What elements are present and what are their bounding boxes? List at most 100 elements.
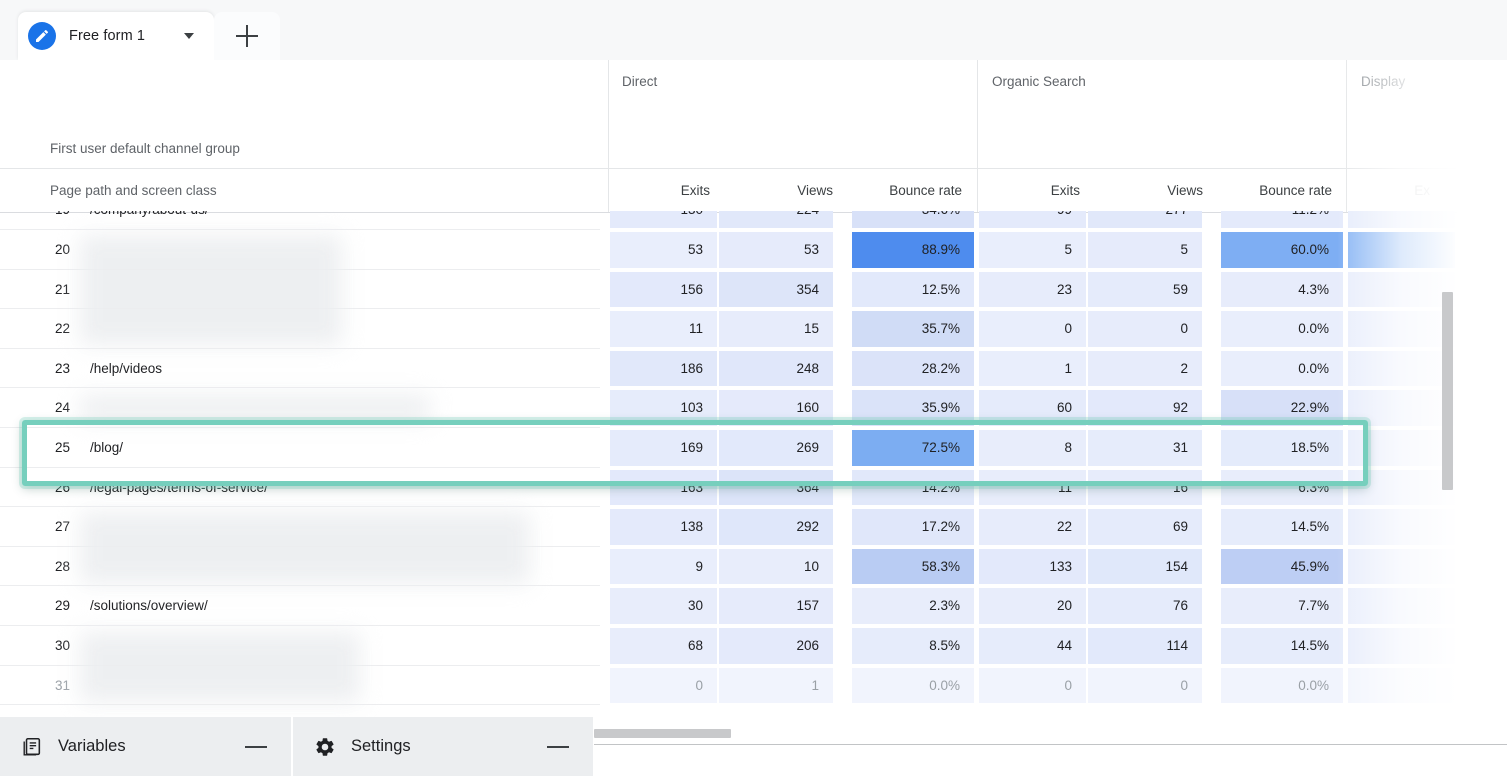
table-body[interactable]: 19 /company/about-us/ 130 224 34.6% 99 2… [0,211,1507,717]
cell-direct-exits: 138 [610,509,717,545]
cell-direct-views: 269 [719,430,833,466]
row-index: 30 [54,638,70,653]
variables-label: Variables [58,737,126,755]
cell-organic-bounce: 0.0% [1221,350,1343,387]
group-header-direct[interactable]: Direct [622,74,657,89]
cell-organic-bounce: 14.5% [1221,628,1343,664]
cell-organic-bounce: 11.2% [1221,211,1343,228]
cell-organic-exits: 20 [979,588,1086,624]
gear-icon [314,736,336,758]
table-row[interactable]: 23 /help/videos 186 248 28.2% 1 2 0.0% [0,349,1507,389]
cell-organic-views: 277 [1088,211,1202,228]
table-row[interactable]: 29 /solutions/overview/ 30 157 2.3% 20 7… [0,586,1507,626]
cell-organic-views: 59 [1088,271,1202,308]
cell-direct-views: 53 [719,232,833,268]
cell-display-exits [1348,350,1455,387]
add-tab-button[interactable] [214,12,280,60]
column-group-header-row: Direct Organic Search Display First user… [0,60,1507,168]
pencil-circle-icon [28,22,56,50]
cell-direct-exits: 169 [610,430,717,466]
cell-organic-bounce: 4.3% [1221,271,1343,308]
row-index: 24 [54,400,70,416]
cell-organic-exits: 8 [979,430,1086,466]
row-index: 25 [54,440,70,455]
cell-display-exits [1348,311,1455,347]
row-dimension-label[interactable]: Page path and screen class [50,169,217,212]
group-header-organic-search[interactable]: Organic Search [992,74,1086,89]
cell-direct-bounce: 12.5% [852,271,974,308]
metric-header-direct-views[interactable]: Views [735,169,833,212]
cell-direct-bounce: 8.5% [852,628,974,664]
cell-direct-bounce: 58.3% [852,548,974,585]
row-index: 20 [54,242,70,257]
cell-organic-bounce: 18.5% [1221,430,1343,466]
row-path[interactable]: /company/about-us/ [90,211,209,230]
cell-direct-views: 292 [719,509,833,545]
cell-organic-exits: 11 [979,469,1086,506]
cell-direct-exits: 186 [610,350,717,387]
variables-icon [21,736,43,758]
cell-direct-bounce: 72.5% [852,430,974,466]
horizontal-scrollbar-track[interactable] [594,744,1507,745]
metric-header-direct-bounce-rate[interactable]: Bounce rate [835,169,962,212]
row-index: 27 [54,519,70,535]
minimize-icon[interactable] [245,745,267,748]
chevron-down-icon[interactable] [184,33,194,39]
cell-direct-bounce: 34.6% [852,211,974,228]
row-path[interactable]: /solutions/overview/ [90,586,208,626]
row-divider [0,704,600,706]
settings-label: Settings [351,737,411,755]
row-index: 21 [54,281,70,297]
cell-direct-exits: 9 [610,548,717,585]
cell-display-exits [1348,628,1455,664]
minimize-icon[interactable] [547,745,569,748]
cell-organic-bounce: 45.9% [1221,548,1343,585]
cell-organic-exits: 23 [979,271,1086,308]
variables-panel[interactable]: Variables [0,717,291,776]
metric-divider-1 [608,169,609,212]
metric-header-organic-bounce-rate[interactable]: Bounce rate [1205,169,1332,212]
table-row-selected[interactable]: 25 /blog/ 169 269 72.5% 8 31 18.5% [0,428,1507,468]
cell-organic-exits: 22 [979,509,1086,545]
row-path[interactable]: /legal-pages/terms-of-service/ [90,468,268,508]
cell-organic-views: 154 [1088,548,1202,585]
cell-organic-exits: 99 [979,211,1086,228]
settings-panel[interactable]: Settings [293,717,593,776]
cell-direct-views: 206 [719,628,833,664]
cell-direct-exits: 130 [610,211,717,228]
row-index: 22 [54,321,70,337]
table-row[interactable]: 26 /legal-pages/terms-of-service/ 163 36… [0,468,1507,508]
group-header-display[interactable]: Display [1361,74,1405,89]
metric-header-display-exits[interactable]: Ex [1360,169,1430,212]
cell-direct-views: 157 [719,588,833,624]
horizontal-scrollbar-thumb[interactable] [594,729,731,738]
group-divider-1 [608,60,609,168]
vertical-scrollbar-thumb[interactable] [1442,292,1453,490]
metric-header-organic-exits[interactable]: Exits [990,169,1080,212]
row-index: 28 [54,558,70,574]
pivot-table[interactable]: Direct Organic Search Display First user… [0,60,1507,717]
row-index: 31 [54,677,70,693]
metric-header-direct-exits[interactable]: Exits [620,169,710,212]
tab-free-form-1[interactable]: Free form 1 [18,12,214,60]
metric-header-row: Page path and screen class Exits Views B… [0,168,1507,213]
cell-direct-bounce: 2.3% [852,588,974,624]
cell-direct-exits: 68 [610,628,717,664]
metric-header-organic-views[interactable]: Views [1105,169,1203,212]
cell-organic-views: 0 [1088,667,1202,704]
cell-organic-exits: 133 [979,548,1086,585]
cell-organic-bounce: 0.0% [1221,667,1343,704]
redaction-blob-rows-30-31 [80,632,360,702]
cell-display-exits [1348,588,1455,624]
cell-organic-bounce: 14.5% [1221,509,1343,545]
cell-display-exits [1348,390,1455,426]
cell-direct-views: 364 [719,469,833,506]
cell-organic-views: 92 [1088,390,1202,426]
row-path[interactable]: /help/videos [90,349,162,389]
cell-direct-exits: 163 [610,469,717,506]
table-row[interactable]: 19 /company/about-us/ 130 224 34.6% 99 2… [0,211,1507,230]
row-path[interactable]: /blog/ [90,428,123,468]
metric-divider-3 [1346,169,1347,212]
cell-organic-views: 0 [1088,311,1202,347]
cell-organic-bounce: 7.7% [1221,588,1343,624]
